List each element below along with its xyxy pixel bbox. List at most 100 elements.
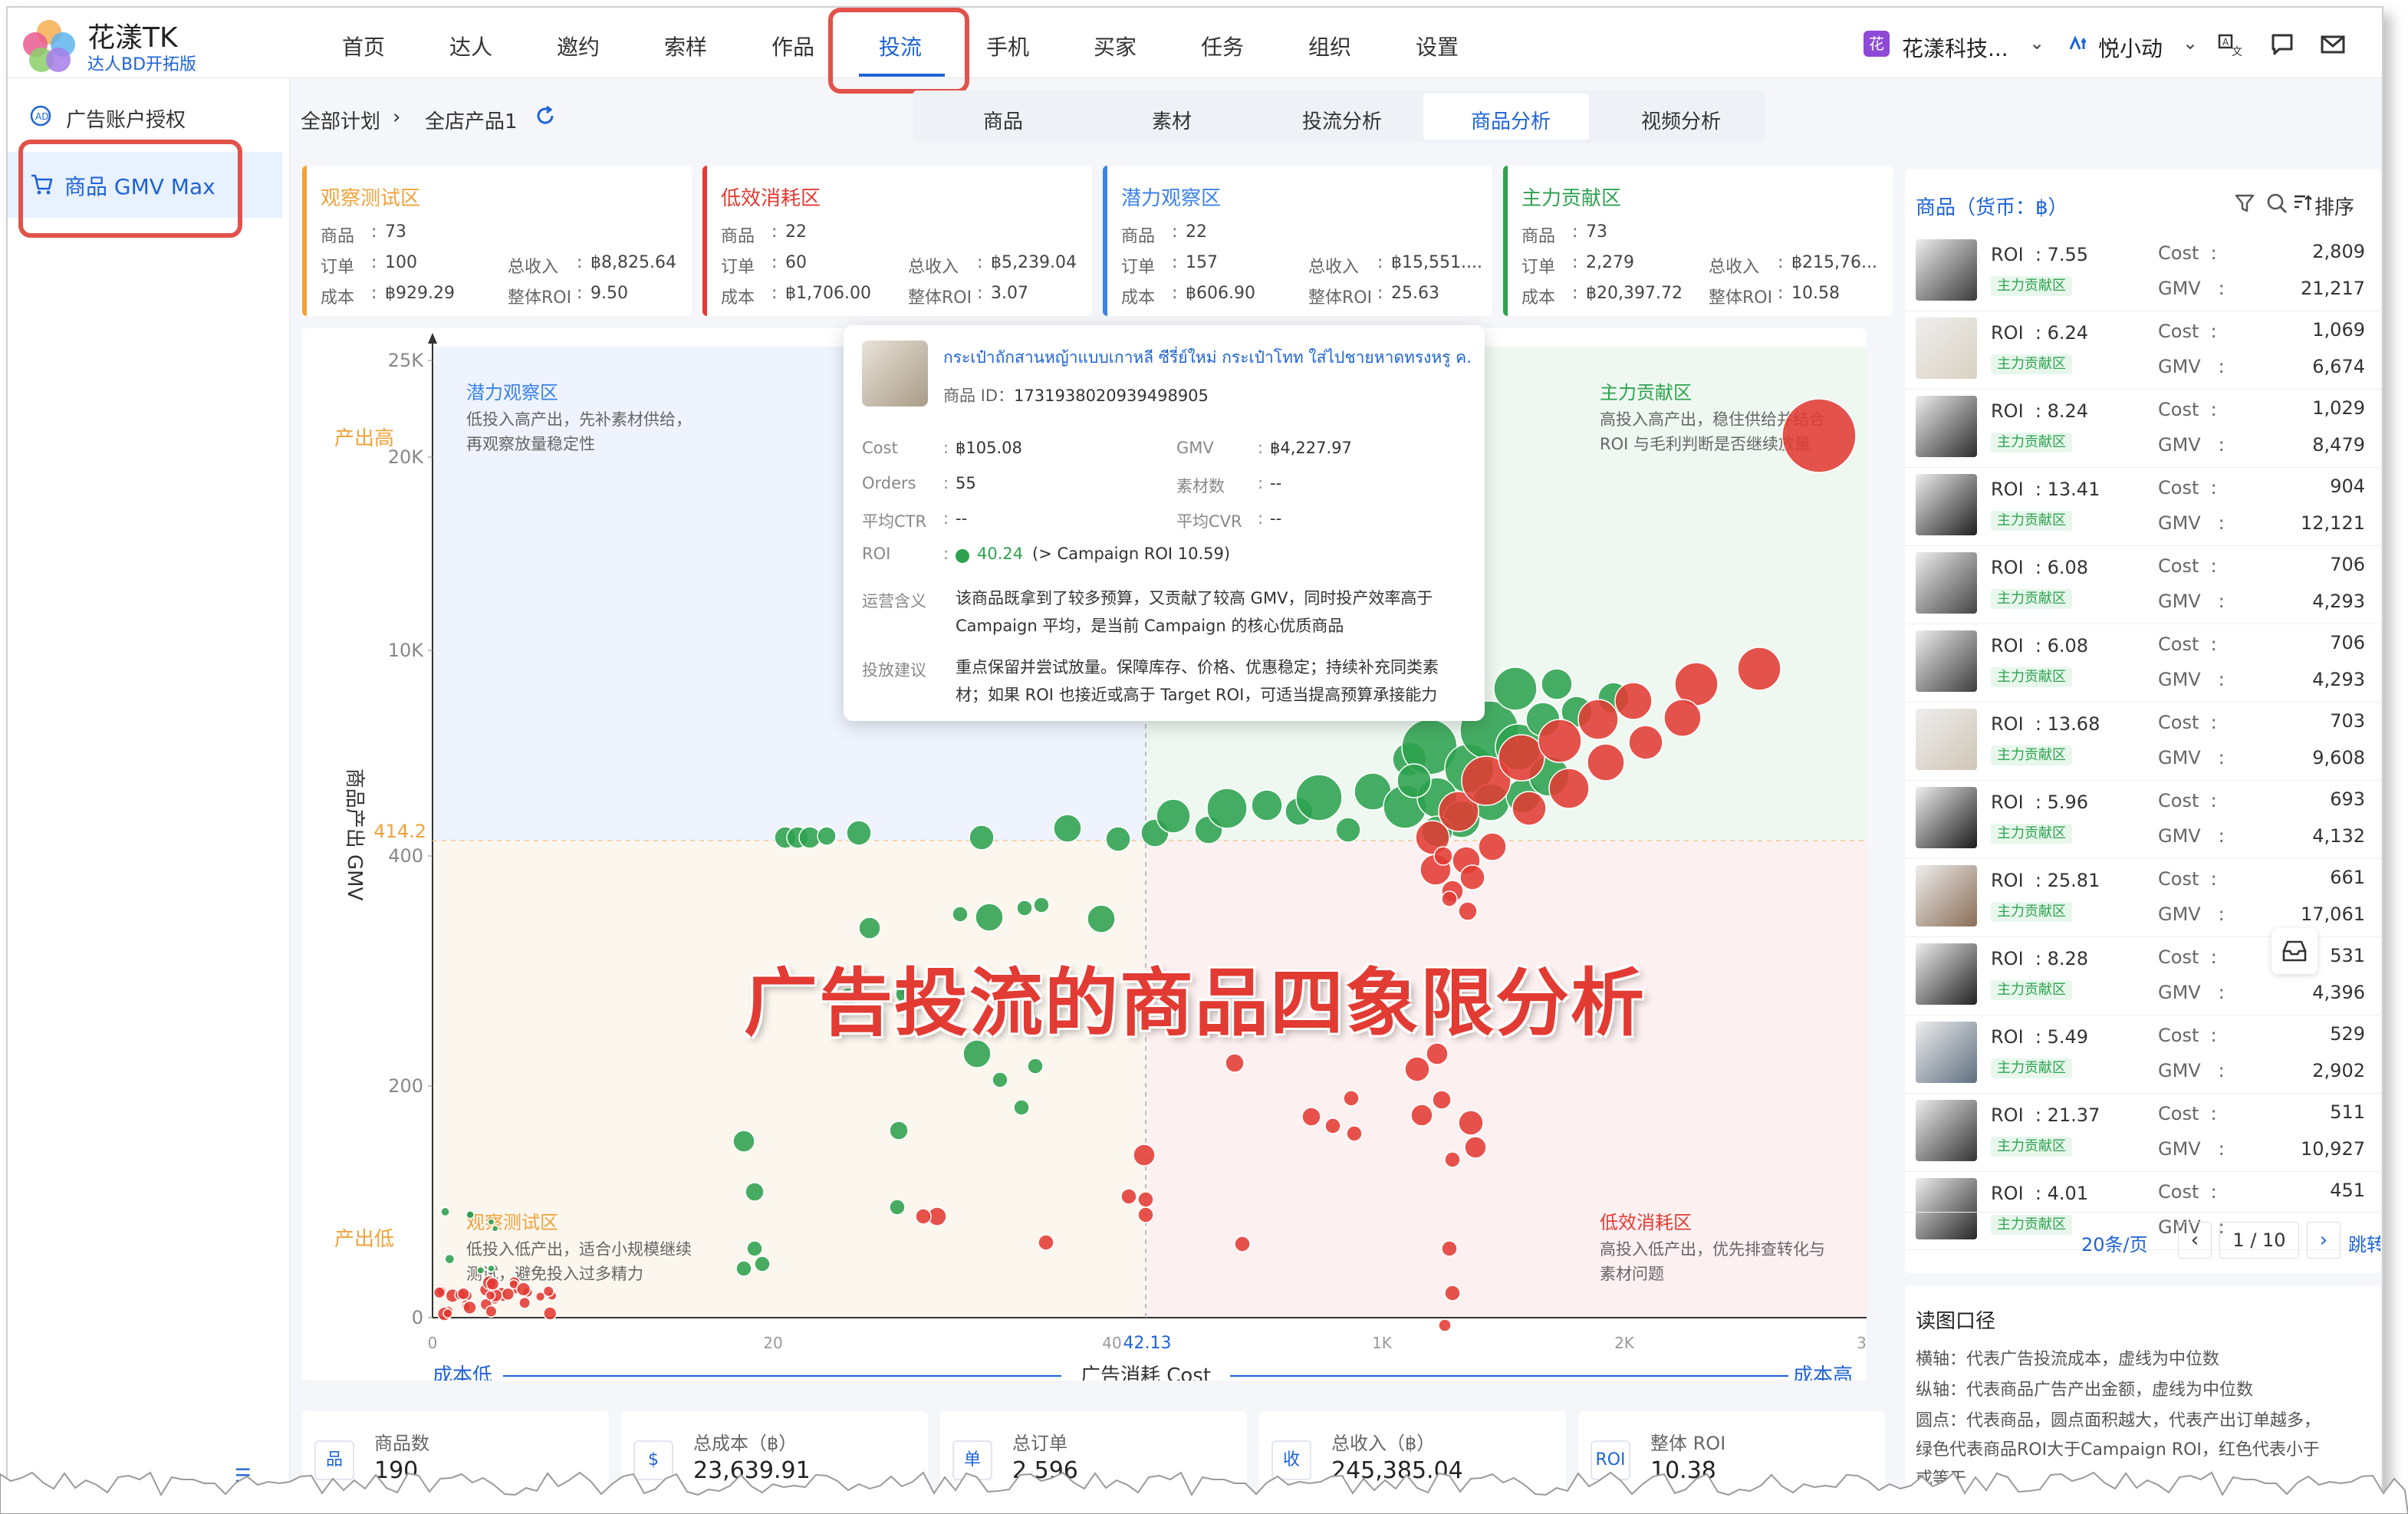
next-page-button[interactable]: ›: [2307, 1222, 2341, 1259]
product-bubble: [1137, 1206, 1154, 1223]
product-row[interactable]: ROI : 6.08 主力贡献区 Cost : GMV : 706 4,293: [1905, 546, 2380, 624]
tooltip-meaning-line2: Campaign 平均，是当前 Campaign 的核心优质商品: [956, 617, 1344, 635]
nav-works[interactable]: 作品: [771, 31, 814, 61]
chat-icon[interactable]: [2268, 31, 2296, 58]
product-row[interactable]: ROI : 6.24 主力贡献区 Cost : GMV : 1,069 6,674: [1905, 311, 2380, 390]
prev-page-button[interactable]: ‹: [2178, 1222, 2212, 1259]
product-row[interactable]: ROI : 6.08 主力贡献区 Cost : GMV : 706 4,293: [1905, 624, 2380, 703]
sort-icon[interactable]: [2291, 192, 2314, 215]
x-high-label: 成本高: [1793, 1364, 1853, 1381]
product-bubble: [1137, 1191, 1154, 1208]
quadrant-summary-card[interactable]: 观察测试区 商品:73 订单:100 成本: ฿929.29 总收入: ฿8,825.64 整…: [302, 166, 692, 316]
quadrant-summary-card[interactable]: 主力贡献区 商品:73 订单:2,279 成本: ฿20,397.72 总收入: ฿215,…: [1503, 166, 1893, 316]
product-list-panel: 商品（货币：฿） 排序 ROI : 7.55 主力贡献区 Cost : GMV : 2,…: [1905, 169, 2380, 1273]
nav-settings[interactable]: 设置: [1416, 31, 1459, 61]
tooltip-cost-label: Cost: [862, 439, 898, 457]
product-bubble: [456, 1287, 470, 1301]
chevron-down-icon[interactable]: ⌄: [2029, 32, 2044, 54]
product-thumbnail: [1916, 943, 1977, 1005]
company-name[interactable]: 花漾科技...: [1902, 32, 2008, 63]
filter-icon[interactable]: [2233, 192, 2256, 215]
product-cost: 693: [2330, 788, 2365, 810]
card-colon: :: [1172, 253, 1178, 272]
product-thumbnail: [1916, 474, 1977, 535]
page-size-select[interactable]: 20条/页: [2081, 1229, 2148, 1256]
page-indicator[interactable]: 1 / 10: [2219, 1222, 2299, 1259]
refresh-icon[interactable]: [534, 104, 557, 127]
stat-label: 总收入（฿）: [1331, 1433, 1436, 1454]
product-gmv-label: GMV :: [2158, 356, 2225, 377]
tab-product-analysis[interactable]: 商品分析: [1471, 106, 1551, 134]
card-roi: 3.07: [991, 284, 1028, 303]
card-products-label: 商品: [1121, 227, 1156, 246]
mail-icon[interactable]: [2319, 31, 2347, 58]
x-low-label: 成本低: [433, 1364, 492, 1381]
product-row[interactable]: ROI : 5.49 主力贡献区 Cost : GMV : 529 2,902: [1905, 1015, 2380, 1094]
tab-video-analysis[interactable]: 视频分析: [1641, 106, 1721, 134]
product-thumbnail: [1916, 239, 1977, 301]
nav-samples[interactable]: 索样: [664, 31, 707, 61]
tooltip-gmv-value: ฿4,227.97: [1270, 439, 1352, 457]
product-gmv-label: GMV :: [2158, 1138, 2225, 1160]
product-row[interactable]: ROI : 25.81 主力贡献区 Cost : GMV : 661 17,061: [1905, 859, 2380, 937]
product-row[interactable]: ROI : 13.68 主力贡献区 Cost : GMV : 703 9,608: [1905, 703, 2380, 781]
product-row[interactable]: ROI : 8.24 主力贡献区 Cost : GMV : 1,029 8,479: [1905, 390, 2380, 468]
tooltip-colon: :: [1258, 474, 1264, 492]
chevron-down-icon[interactable]: ⌄: [2183, 32, 2198, 54]
search-icon[interactable]: [2265, 192, 2288, 215]
nav-home[interactable]: 首页: [342, 31, 385, 61]
quadrant-desc: ROI 与毛利判断是否继续放量: [1600, 435, 1811, 453]
breadcrumb-root[interactable]: 全部计划: [301, 106, 380, 134]
user-name[interactable]: 悦小动: [2098, 32, 2163, 63]
nav-org[interactable]: 组织: [1308, 31, 1351, 61]
nav-invites[interactable]: 邀约: [557, 31, 600, 61]
product-thumbnail: [1916, 1022, 1977, 1083]
product-cost-label: Cost :: [2158, 868, 2217, 890]
sort-button[interactable]: 排序: [2314, 192, 2354, 220]
product-row[interactable]: ROI : 21.37 主力贡献区 Cost : GMV : 511 10,927: [1905, 1094, 2380, 1172]
product-thumbnail: [1916, 787, 1977, 848]
product-cost-label: Cost :: [2158, 946, 2217, 968]
quadrant-tag: 主力贡献区: [1991, 276, 2072, 296]
product-gmv: 8,479: [2312, 434, 2365, 456]
product-roi: ROI : 5.96: [1991, 792, 2089, 813]
product-gmv: 2,902: [2312, 1060, 2365, 1081]
product-row[interactable]: ROI : 7.55 主力贡献区 Cost : GMV : 2,809 21,217: [1905, 233, 2380, 311]
nav-phones[interactable]: 手机: [986, 31, 1029, 61]
nav-creators[interactable]: 达人: [449, 31, 492, 61]
product-bubble: [1335, 817, 1361, 843]
product-cost-label: Cost :: [2158, 242, 2217, 264]
product-gmv: 4,293: [2312, 591, 2365, 612]
nav-tasks[interactable]: 任务: [1201, 31, 1244, 61]
product-bubble: [1441, 890, 1458, 907]
product-gmv-label: GMV :: [2158, 825, 2225, 847]
x-tick-label: 20: [763, 1334, 782, 1352]
card-orders-label: 订单: [1121, 258, 1156, 277]
card-income: ฿15,551....: [1391, 253, 1482, 272]
tooltip-product-title[interactable]: กระเป๋าถักสานหญ้าแบบเกาหลี ซีรี่ย์ใหม่ ก…: [943, 345, 1472, 370]
translate-icon[interactable]: A 文: [2216, 31, 2244, 58]
card-orders: 2,279: [1586, 253, 1634, 272]
sidebar-item-ad-account[interactable]: 广告账户授权: [66, 104, 186, 133]
inbox-float-button[interactable]: [2271, 928, 2318, 974]
product-cost: 661: [2330, 867, 2365, 888]
tab-ad-analysis[interactable]: 投流分析: [1302, 106, 1382, 134]
product-bubble: [1033, 897, 1050, 913]
product-row[interactable]: ROI : 13.41 主力贡献区 Cost : GMV : 904 12,121: [1905, 468, 2380, 546]
product-row[interactable]: ROI : 5.96 主力贡献区 Cost : GMV : 693 4,132: [1905, 781, 2380, 859]
card-products: 22: [785, 222, 807, 242]
jump-link[interactable]: 跳转: [2348, 1229, 2380, 1256]
product-cost-label: Cost :: [2158, 1025, 2217, 1046]
nav-buyers[interactable]: 买家: [1094, 31, 1137, 61]
card-income-label: 总收入: [908, 258, 959, 277]
tab-materials[interactable]: 素材: [1152, 106, 1192, 134]
tab-products[interactable]: 商品: [983, 106, 1023, 134]
product-gmv: 4,293: [2312, 669, 2365, 690]
sidebar: AD 广告账户授权 商品 GMV Max: [8, 78, 290, 1500]
quadrant-summary-card[interactable]: 潜力观察区 商品:22 订单:157 成本: ฿606.90 总收入: ฿15,551...…: [1103, 166, 1492, 316]
product-bubble: [1346, 1125, 1363, 1142]
product-bubble: [846, 820, 872, 846]
card-colon: :: [371, 222, 377, 242]
quadrant-summary-card[interactable]: 低效消耗区 商品:22 订单:60 成本: ฿1,706.00 总收入: ฿5,239.04…: [702, 166, 1092, 316]
tooltip-roi-note: (> Campaign ROI 10.59): [1032, 545, 1231, 563]
